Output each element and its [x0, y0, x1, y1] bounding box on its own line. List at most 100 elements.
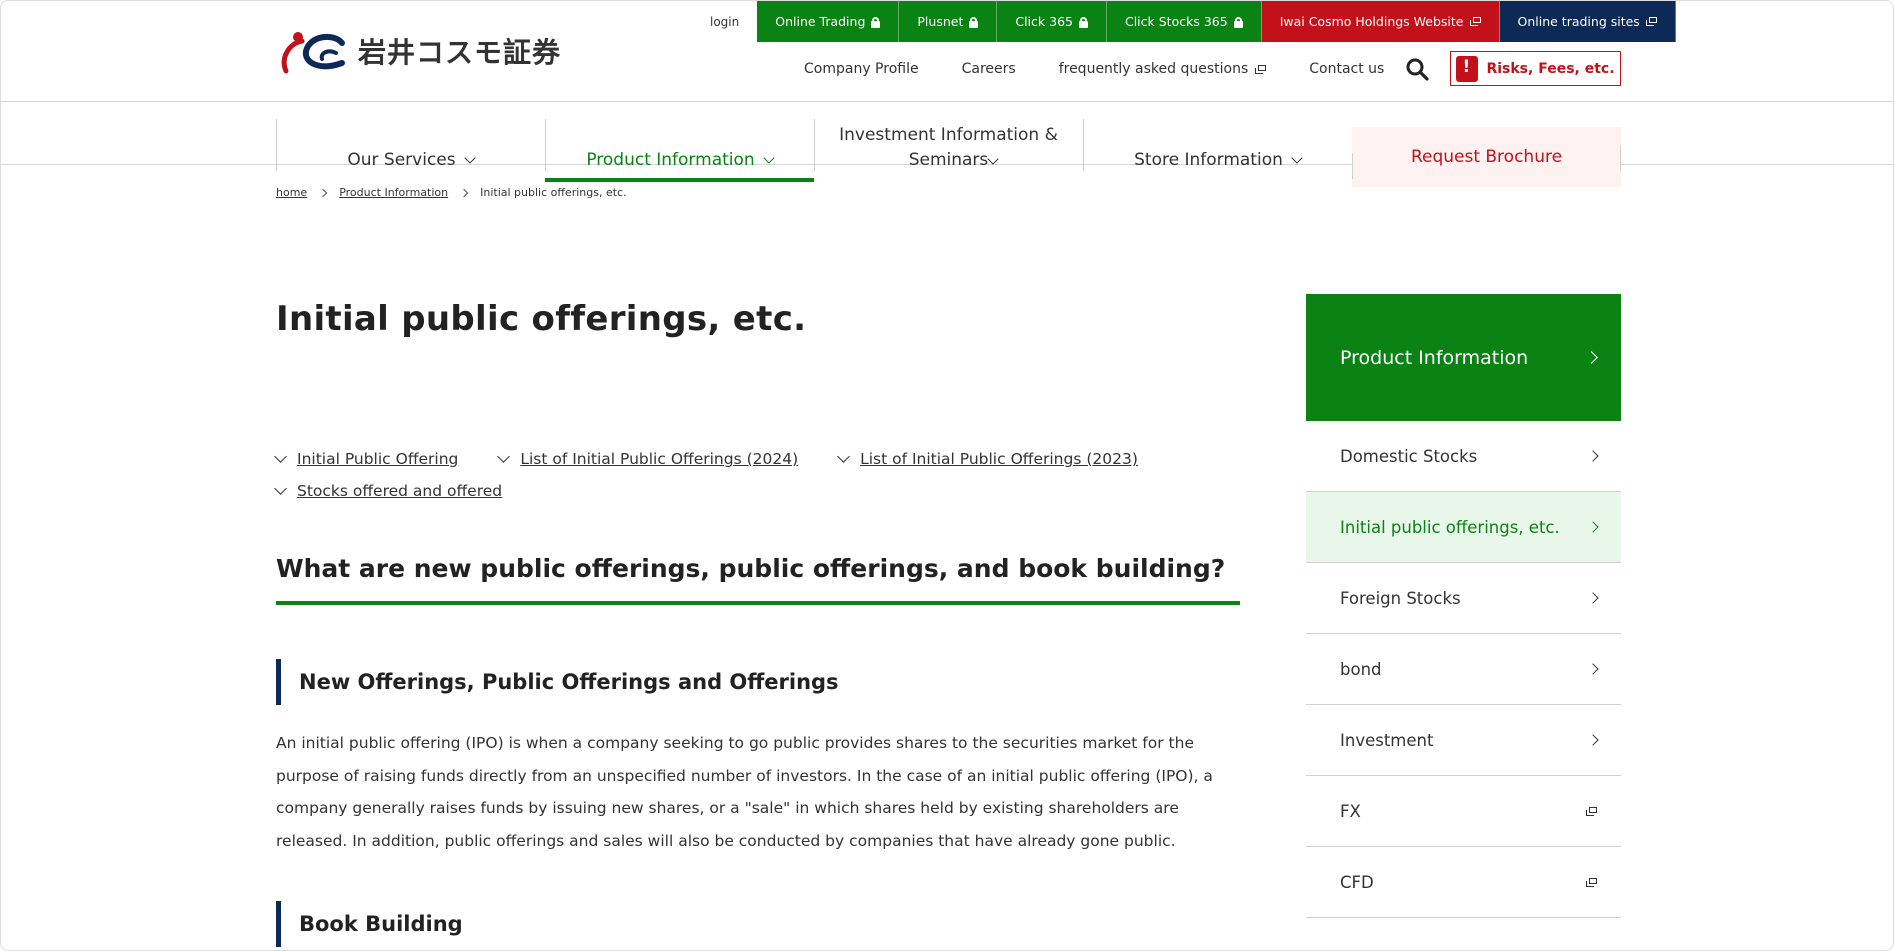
external-link-icon [1645, 17, 1657, 26]
external-link-icon [1469, 17, 1481, 26]
risks-fees-button[interactable]: Risks, Fees, etc. [1450, 51, 1621, 86]
side-item-label: FX [1340, 801, 1361, 821]
click365-label: Click 365 [1015, 14, 1073, 29]
global-nav: Our Services Product Information Investm… [276, 119, 1621, 189]
side-item-fx[interactable]: FX [1306, 776, 1621, 847]
contact-us-link[interactable]: Contact us [1309, 61, 1384, 77]
top-utility-bar: login Online Trading Plusnet Click 365 C… [701, 1, 1676, 42]
side-nav-header[interactable]: Product Information [1306, 294, 1621, 421]
anchor-stocks-offered[interactable]: Stocks offered and offered [274, 475, 503, 507]
side-item-foreign-stocks[interactable]: Foreign Stocks [1306, 563, 1621, 634]
side-item-label: Initial public offerings, etc. [1340, 517, 1560, 537]
anchor-label: Initial Public Offering [297, 450, 459, 468]
chevron-down-icon [463, 152, 476, 164]
online-trading-label: Online Trading [775, 14, 866, 29]
company-profile-link[interactable]: Company Profile [804, 61, 919, 77]
subsection-heading: New Offerings, Public Offerings and Offe… [276, 659, 839, 705]
nav-investment-seminars[interactable]: Investment Information & Seminars [814, 119, 1083, 171]
subsection-heading-book-building: Book Building [276, 901, 463, 947]
lock-icon [871, 16, 881, 28]
anchor-label: List of Initial Public Offerings (2023) [860, 450, 1138, 468]
plusnet-button[interactable]: Plusnet [899, 1, 998, 42]
side-item-label: Domestic Stocks [1340, 446, 1478, 466]
nav-separator [545, 119, 546, 171]
side-item-label: Foreign Stocks [1340, 588, 1461, 608]
side-item-bond[interactable]: bond [1306, 634, 1621, 705]
side-item-cfd[interactable]: CFD [1306, 847, 1621, 918]
breadcrumb-current: Initial public offerings, etc. [480, 186, 627, 199]
nav-our-services-label: Our Services [347, 150, 456, 170]
side-nav: Product Information Domestic Stocks Init… [1306, 294, 1621, 918]
nav-separator [814, 119, 815, 171]
section-heading: What are new public offerings, public of… [276, 554, 1240, 605]
chevron-right-icon [1587, 663, 1599, 675]
request-brochure-label: Request Brochure [1410, 146, 1563, 167]
external-link-icon [1586, 806, 1597, 816]
side-item-initial-public-offerings[interactable]: Initial public offerings, etc. [1306, 492, 1621, 563]
faq-label: frequently asked questions [1058, 61, 1249, 77]
external-link-icon [1255, 64, 1267, 74]
nav-store-information[interactable]: Store Information [1083, 119, 1352, 171]
click-stocks-365-button[interactable]: Click Stocks 365 [1106, 1, 1262, 42]
login-link[interactable]: login [710, 15, 739, 29]
chevron-down-icon [837, 450, 850, 463]
breadcrumb-product-information[interactable]: Product Information [339, 186, 448, 199]
chevron-right-icon [459, 188, 469, 197]
side-item-label: bond [1340, 659, 1382, 679]
warning-document-icon [1456, 55, 1479, 82]
careers-link[interactable]: Careers [962, 61, 1016, 77]
site-logo[interactable]: 岩井コスモ証券 [276, 27, 561, 75]
anchor-label: List of Initial Public Offerings (2024) [520, 450, 799, 468]
chevron-down-icon [1291, 152, 1303, 164]
chevron-down-icon [497, 450, 511, 463]
online-trading-sites-button[interactable]: Online trading sites [1499, 1, 1676, 42]
nav-product-information-label: Product Information [586, 150, 755, 170]
side-item-label: CFD [1340, 872, 1374, 892]
breadcrumb-home[interactable]: home [276, 186, 307, 199]
search-icon[interactable] [1405, 57, 1429, 81]
nav-product-information[interactable]: Product Information [545, 119, 814, 182]
anchor-ipo-list-2024[interactable]: List of Initial Public Offerings (2024) [497, 443, 799, 475]
faq-link[interactable]: frequently asked questions [1059, 61, 1267, 77]
online-trading-sites-label: Online trading sites [1517, 14, 1640, 29]
chevron-right-icon [318, 188, 328, 197]
click-stocks-365-label: Click Stocks 365 [1124, 14, 1228, 29]
plusnet-label: Plusnet [917, 14, 964, 29]
lock-icon [969, 16, 979, 28]
risks-fees-label: Risks, Fees, etc. [1486, 60, 1615, 77]
chevron-right-icon [1585, 351, 1598, 364]
holdings-website-button[interactable]: Iwai Cosmo Holdings Website [1261, 1, 1500, 42]
lock-icon [1233, 16, 1243, 28]
body-paragraph: An initial public offering (IPO) is when… [276, 734, 1213, 850]
company-logo-icon [281, 32, 345, 74]
request-brochure-button[interactable]: Request Brochure [1352, 127, 1621, 187]
lock-icon [1078, 16, 1088, 28]
anchor-initial-public-offering[interactable]: Initial Public Offering [274, 443, 459, 475]
chevron-right-icon [1587, 450, 1599, 462]
logo-wordmark: 岩井コスモ証券 [358, 36, 562, 69]
chevron-down-icon [763, 152, 775, 164]
chevron-down-icon [274, 482, 287, 495]
chevron-right-icon [1587, 734, 1599, 746]
chevron-right-icon [1587, 521, 1599, 533]
browser-viewport: 岩井コスモ証券 login Online Trading Plusnet Cli… [0, 0, 1894, 951]
nav-separator [1352, 153, 1353, 179]
external-link-icon [1586, 877, 1597, 887]
anchor-label: Stocks offered and offered [297, 482, 503, 500]
site-header: 岩井コスモ証券 login Online Trading Plusnet Cli… [1, 1, 1893, 102]
secondary-nav: Company Profile Careers frequently asked… [804, 61, 1384, 77]
side-item-label: Investment [1340, 730, 1434, 750]
active-nav-indicator [545, 178, 814, 182]
nav-our-services[interactable]: Our Services [276, 119, 545, 171]
click365-button[interactable]: Click 365 [997, 1, 1107, 42]
page-anchor-links: Initial Public Offering List of Initial … [274, 443, 1256, 507]
online-trading-button[interactable]: Online Trading [757, 1, 900, 42]
anchor-ipo-list-2023[interactable]: List of Initial Public Offerings (2023) [837, 443, 1138, 475]
page-title: Initial public offerings, etc. [276, 299, 807, 339]
side-item-domestic-stocks[interactable]: Domestic Stocks [1306, 421, 1621, 492]
nav-separator [1083, 119, 1084, 171]
holdings-website-label: Iwai Cosmo Holdings Website [1279, 14, 1464, 29]
side-item-investment[interactable]: Investment [1306, 705, 1621, 776]
side-nav-header-label: Product Information [1340, 346, 1529, 369]
nav-investment-seminars-label: Investment Information & Seminars [839, 125, 1058, 170]
